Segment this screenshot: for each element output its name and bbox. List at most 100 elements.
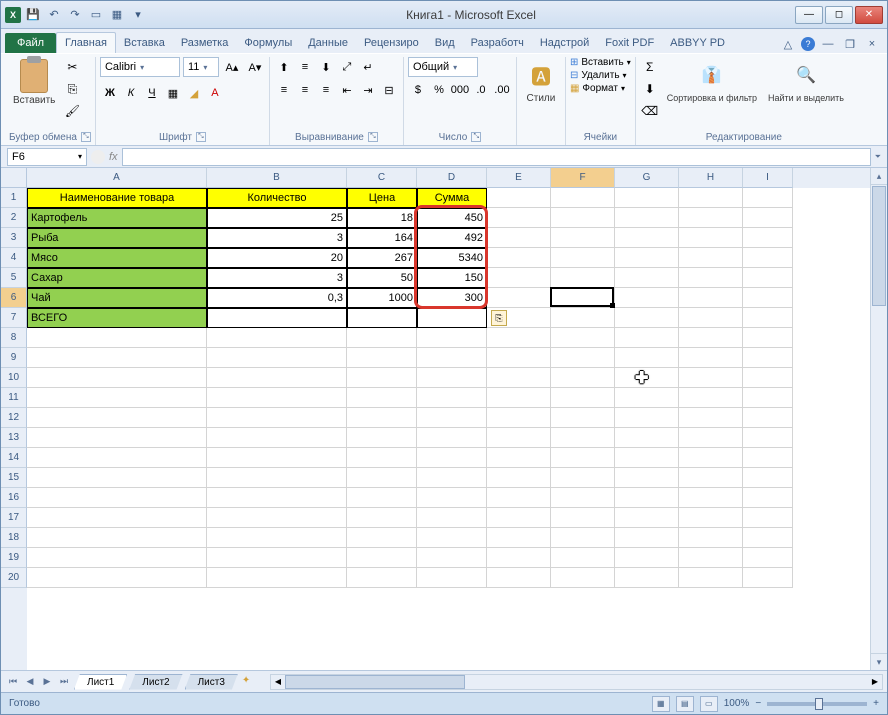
cell-F12[interactable] bbox=[551, 408, 615, 428]
cell-F9[interactable] bbox=[551, 348, 615, 368]
cell-H8[interactable] bbox=[679, 328, 743, 348]
grid[interactable]: ABCDEFGHI Наименование товараКоличествоЦ… bbox=[27, 168, 870, 670]
zoom-level[interactable]: 100% bbox=[724, 698, 750, 709]
cell-B14[interactable] bbox=[207, 448, 347, 468]
cell-B10[interactable] bbox=[207, 368, 347, 388]
row-header-6[interactable]: 6 bbox=[1, 288, 27, 308]
cell-E12[interactable] bbox=[487, 408, 551, 428]
cell-E19[interactable] bbox=[487, 548, 551, 568]
page-layout-view-icon[interactable]: ▤ bbox=[676, 696, 694, 712]
cell-C19[interactable] bbox=[347, 548, 417, 568]
tab-review[interactable]: Рецензиро bbox=[356, 33, 427, 53]
horizontal-scrollbar[interactable]: ◀ ▶ bbox=[270, 674, 883, 690]
cell-H10[interactable] bbox=[679, 368, 743, 388]
col-header-E[interactable]: E bbox=[487, 168, 551, 188]
cell-C7[interactable] bbox=[347, 308, 417, 328]
cell-G17[interactable] bbox=[615, 508, 679, 528]
cell-C14[interactable] bbox=[347, 448, 417, 468]
cut-icon[interactable]: ✂ bbox=[62, 57, 82, 77]
cell-A14[interactable] bbox=[27, 448, 207, 468]
normal-view-icon[interactable]: ▦ bbox=[652, 696, 670, 712]
row-header-16[interactable]: 16 bbox=[1, 488, 27, 508]
row-header-9[interactable]: 9 bbox=[1, 348, 27, 368]
cell-E4[interactable] bbox=[487, 248, 551, 268]
cell-B8[interactable] bbox=[207, 328, 347, 348]
cell-A12[interactable] bbox=[27, 408, 207, 428]
cell-C11[interactable] bbox=[347, 388, 417, 408]
cell-C3[interactable]: 164 bbox=[347, 228, 417, 248]
cell-A20[interactable] bbox=[27, 568, 207, 588]
cell-H5[interactable] bbox=[679, 268, 743, 288]
align-right-icon[interactable]: ≡ bbox=[316, 80, 336, 100]
tab-formulas[interactable]: Формулы bbox=[236, 33, 300, 53]
sheet-tab-3[interactable]: Лист3 bbox=[185, 674, 238, 690]
cell-C5[interactable]: 50 bbox=[347, 268, 417, 288]
row-header-7[interactable]: 7 bbox=[1, 308, 27, 328]
cell-F19[interactable] bbox=[551, 548, 615, 568]
cell-A11[interactable] bbox=[27, 388, 207, 408]
row-header-15[interactable]: 15 bbox=[1, 468, 27, 488]
row-header-18[interactable]: 18 bbox=[1, 528, 27, 548]
cell-D10[interactable] bbox=[417, 368, 487, 388]
cell-B6[interactable]: 0,3 bbox=[207, 288, 347, 308]
cell-G14[interactable] bbox=[615, 448, 679, 468]
cell-F17[interactable] bbox=[551, 508, 615, 528]
cell-E10[interactable] bbox=[487, 368, 551, 388]
name-box[interactable]: F6▾ bbox=[7, 148, 87, 166]
cell-H14[interactable] bbox=[679, 448, 743, 468]
cell-F11[interactable] bbox=[551, 388, 615, 408]
row-header-3[interactable]: 3 bbox=[1, 228, 27, 248]
cell-F18[interactable] bbox=[551, 528, 615, 548]
cells-container[interactable]: Наименование товараКоличествоЦенаСуммаКа… bbox=[27, 188, 870, 588]
font-size-combo[interactable]: 11▾ bbox=[183, 57, 219, 77]
vertical-scrollbar[interactable]: ▴ ▾ bbox=[870, 168, 887, 670]
doc-minimize-icon[interactable]: — bbox=[819, 35, 837, 53]
cell-C2[interactable]: 18 bbox=[347, 208, 417, 228]
cell-E13[interactable] bbox=[487, 428, 551, 448]
dec-decimal-icon[interactable]: .00 bbox=[492, 80, 512, 100]
cell-A4[interactable]: Мясо bbox=[27, 248, 207, 268]
page-break-view-icon[interactable]: ▭ bbox=[700, 696, 718, 712]
maximize-button[interactable]: ◻ bbox=[825, 6, 853, 24]
cell-H15[interactable] bbox=[679, 468, 743, 488]
align-middle-icon[interactable]: ≡ bbox=[295, 57, 315, 77]
col-header-A[interactable]: A bbox=[27, 168, 207, 188]
cell-F7[interactable] bbox=[551, 308, 615, 328]
cell-G11[interactable] bbox=[615, 388, 679, 408]
cell-E5[interactable] bbox=[487, 268, 551, 288]
cell-F3[interactable] bbox=[551, 228, 615, 248]
cell-D1[interactable]: Сумма bbox=[417, 188, 487, 208]
cell-G9[interactable] bbox=[615, 348, 679, 368]
cell-F6[interactable] bbox=[551, 288, 615, 308]
tab-foxit[interactable]: Foxit PDF bbox=[597, 33, 662, 53]
cell-E6[interactable] bbox=[487, 288, 551, 308]
row-header-1[interactable]: 1 bbox=[1, 188, 27, 208]
cell-F1[interactable] bbox=[551, 188, 615, 208]
row-header-13[interactable]: 13 bbox=[1, 428, 27, 448]
sheet-nav-prev-icon[interactable]: ◀ bbox=[22, 674, 38, 690]
percent-icon[interactable]: % bbox=[429, 80, 449, 100]
cell-D17[interactable] bbox=[417, 508, 487, 528]
wrap-text-icon[interactable]: ↵ bbox=[358, 57, 378, 77]
cell-I3[interactable] bbox=[743, 228, 793, 248]
cell-I19[interactable] bbox=[743, 548, 793, 568]
paste-button[interactable]: Вставить bbox=[9, 57, 59, 108]
cell-B12[interactable] bbox=[207, 408, 347, 428]
col-header-D[interactable]: D bbox=[417, 168, 487, 188]
cell-I14[interactable] bbox=[743, 448, 793, 468]
new-sheet-icon[interactable]: ✦ bbox=[242, 675, 262, 689]
align-center-icon[interactable]: ≡ bbox=[295, 80, 315, 100]
tab-insert[interactable]: Вставка bbox=[116, 33, 173, 53]
cell-B5[interactable]: 3 bbox=[207, 268, 347, 288]
cell-B16[interactable] bbox=[207, 488, 347, 508]
cell-F14[interactable] bbox=[551, 448, 615, 468]
font-launcher[interactable]: ⤡ bbox=[196, 132, 206, 142]
help-icon[interactable]: ? bbox=[801, 37, 815, 51]
styles-button[interactable]: 🅰 Стили bbox=[521, 57, 561, 106]
col-header-B[interactable]: B bbox=[207, 168, 347, 188]
save-icon[interactable]: 💾 bbox=[24, 6, 42, 24]
cell-E1[interactable] bbox=[487, 188, 551, 208]
cell-C20[interactable] bbox=[347, 568, 417, 588]
doc-restore-icon[interactable]: ❐ bbox=[841, 35, 859, 53]
cell-A6[interactable]: Чай bbox=[27, 288, 207, 308]
